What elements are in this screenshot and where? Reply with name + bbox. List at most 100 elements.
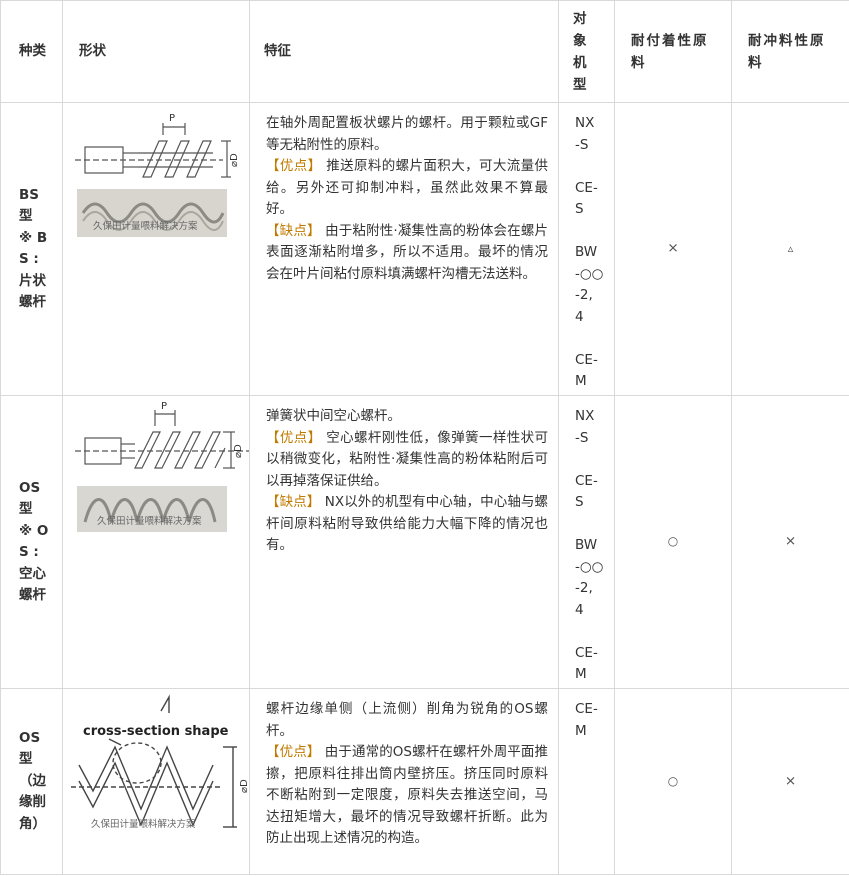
header-flush: 耐冲料性原 料	[731, 0, 849, 103]
model-line: -2,	[575, 580, 593, 596]
model-line: BW	[575, 537, 598, 553]
feature-cell: 在轴外周配置板状螺片的螺杆。用于颗粒或GF等无粘附性的原料。 【优点】 推送原料…	[249, 102, 559, 396]
pros-label: 【优点】	[266, 744, 321, 760]
feature-cons: 【缺点】 NX以外的机型有中心轴，中心轴与螺杆间原料粘附导致供给能力大幅下降的情…	[266, 492, 548, 557]
header-flush-line: 料	[748, 54, 762, 71]
adhesion-mark: ×	[614, 102, 732, 396]
type-cell: OS 型 （边 缘削 角）	[0, 688, 63, 875]
type-line: 缘削	[19, 794, 46, 811]
header-model-line: 象	[573, 32, 587, 49]
shape-cell: P ⌀D 久保田计量喂料解决方案	[62, 395, 250, 689]
header-model-line: 对	[573, 10, 587, 27]
feature-pros: 【优点】 空心螺杆刚性低，像弹簧一样性状可以稍微变化，粘附性·凝集性高的粉体粘附…	[266, 428, 548, 493]
pros-label: 【优点】	[266, 158, 322, 174]
model-line: NX	[575, 115, 595, 131]
diameter-label: ⌀D	[239, 779, 249, 793]
model-line	[575, 514, 610, 536]
type-line: S :	[19, 544, 39, 560]
header-type: 种类	[0, 0, 63, 103]
model-cell: CE- M	[558, 688, 615, 875]
model-line	[575, 221, 610, 243]
flush-mark: ×	[731, 688, 849, 875]
bs-screw-figure: P ⌀D 久保田计量喂料解决方案	[75, 113, 240, 237]
cons-label: 【缺点】	[266, 494, 321, 510]
model-line: M	[575, 373, 587, 389]
feature-cell: 弹簧状中间空心螺杆。 【优点】 空心螺杆刚性低，像弹簧一样性状可以稍微变化，粘附…	[249, 395, 559, 689]
screw-spec-table: 种类 形状 特征 对 象 机 型 耐付着性原 料 耐冲料性原 料 BS 型 ※ …	[0, 0, 849, 875]
type-line: 螺杆	[19, 294, 46, 310]
feature-intro: 弹簧状中间空心螺杆。	[266, 408, 401, 424]
type-line: ※ B	[19, 229, 48, 246]
type-line: 片状	[19, 272, 46, 289]
model-line: S	[575, 201, 584, 217]
header-model-line: 型	[573, 76, 587, 93]
model-line: CE-	[575, 179, 598, 196]
table-row: BS 型 ※ B S : 片状 螺杆 P ⌀D 久保田计量喂料解决方案 在轴外周…	[0, 102, 849, 396]
cross-section-label: cross-section shape	[83, 724, 229, 739]
model-line: -○○	[575, 558, 604, 575]
header-model-line: 机	[573, 54, 587, 71]
feature-cons: 【缺点】 由于粘附性·凝集性高的粉体会在螺片表面逐渐粘附增多，所以不适用。最坏的…	[266, 221, 548, 286]
shape-cell: P ⌀D 久保田计量喂料解决方案	[62, 102, 250, 396]
header-adhesion-line: 料	[631, 54, 645, 71]
model-line	[575, 449, 610, 471]
model-line: BW	[575, 244, 598, 260]
model-line	[575, 621, 610, 643]
feature-intro: 螺杆边缘单侧（上流侧）削角为锐角的OS螺杆。	[266, 701, 548, 739]
diameter-label: ⌀D	[229, 153, 240, 167]
model-line: 4	[575, 601, 584, 618]
model-line: CE-	[575, 472, 598, 489]
chamfered-screw-figure: cross-section shape ⌀D 久保田计量喂料解决方案	[71, 694, 249, 830]
header-feature: 特征	[249, 0, 559, 103]
type-line: S :	[19, 251, 39, 267]
pros-label: 【优点】	[266, 429, 322, 446]
type-line: 型	[19, 751, 33, 768]
pitch-label: P	[161, 401, 167, 412]
model-line: NX	[575, 408, 595, 424]
model-line: -S	[575, 136, 589, 153]
pitch-label: P	[169, 113, 175, 124]
watermark-text: 久保田计量喂料解决方案	[91, 818, 196, 830]
type-line: OS	[19, 729, 41, 746]
flush-mark: ▵	[731, 102, 849, 396]
model-line: CE-	[575, 644, 598, 661]
model-cell: NX -S CE- S BW -○○ -2, 4 CE- M	[558, 395, 615, 689]
type-line: 角）	[19, 815, 46, 832]
adhesion-mark: ○	[614, 395, 732, 689]
model-line: -2,	[575, 287, 593, 303]
feature-cell: 螺杆边缘单侧（上流侧）削角为锐角的OS螺杆。 【优点】 由于通常的OS螺杆在螺杆…	[249, 688, 559, 875]
model-line: S	[575, 494, 584, 510]
model-line	[575, 328, 610, 350]
model-line: -S	[575, 429, 589, 446]
header-adhesion: 耐付着性原 料	[614, 0, 732, 103]
header-flush-line: 耐冲料性原	[748, 32, 826, 49]
type-line: 型	[19, 208, 33, 224]
feature-intro: 在轴外周配置板状螺片的螺杆。用于颗粒或GF等无粘附性的原料。	[266, 115, 548, 153]
table-row: OS 型 （边 缘削 角） cross-section shape ⌀D 久保田…	[0, 688, 849, 875]
adhesion-mark: ○	[614, 688, 732, 875]
type-line: 空心	[19, 565, 46, 582]
header-shape: 形状	[62, 0, 250, 103]
type-cell: OS 型 ※ O S : 空心 螺杆	[0, 395, 63, 689]
model-cell: NX -S CE- S BW -○○ -2, 4 CE- M	[558, 102, 615, 396]
model-line: -○○	[575, 265, 604, 282]
model-line: M	[575, 722, 587, 739]
type-cell: BS 型 ※ B S : 片状 螺杆	[0, 102, 63, 396]
type-line: ※ O	[19, 522, 49, 539]
cons-label: 【缺点】	[266, 222, 321, 239]
model-line: CE-	[575, 351, 598, 368]
os-screw-figure: P ⌀D 久保田计量喂料解决方案	[75, 401, 249, 532]
type-line: 螺杆	[19, 587, 46, 603]
model-line: M	[575, 666, 587, 682]
header-adhesion-line: 耐付着性原	[631, 32, 709, 49]
header-model: 对 象 机 型	[558, 0, 615, 103]
watermark-text: 久保田计量喂料解决方案	[93, 220, 198, 232]
watermark-text: 久保田计量喂料解决方案	[97, 515, 202, 527]
header-row: 种类 形状 特征 对 象 机 型 耐付着性原 料 耐冲料性原 料	[0, 0, 849, 103]
feature-pros: 【优点】 推送原料的螺片面积大，可大流量供给。另外还可抑制冲料，虽然此效果不算最…	[266, 156, 548, 221]
table-row: OS 型 ※ O S : 空心 螺杆 P ⌀D 久保田计量喂料解决方案 弹簧状中…	[0, 395, 849, 689]
type-line: OS	[19, 479, 41, 496]
model-line: CE-	[575, 701, 598, 717]
feature-pros: 【优点】 由于通常的OS螺杆在螺杆外周平面推擦，把原料往排出筒内壁挤压。挤压同时…	[266, 742, 548, 850]
flush-mark: ×	[731, 395, 849, 689]
